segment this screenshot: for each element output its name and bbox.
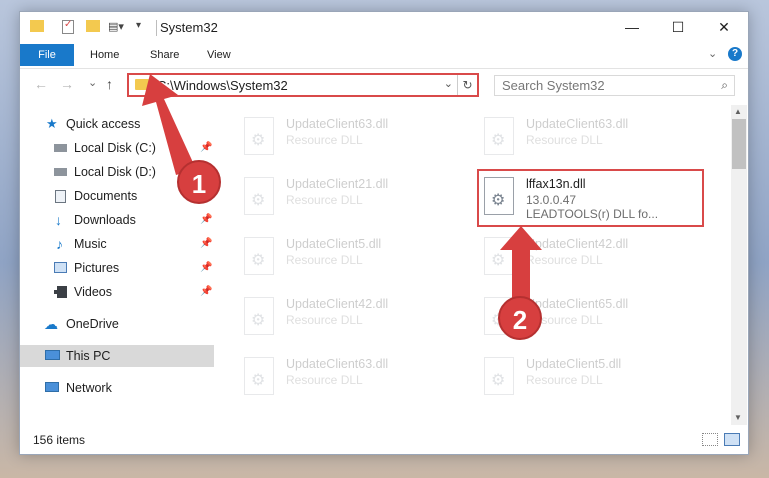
callout-badge-1: 1 [177,160,221,204]
callout-badge-2: 2 [498,296,542,340]
callout-arrow-1 [142,74,196,175]
annotation-arrows [142,74,542,302]
callout-arrow-2 [500,226,542,302]
